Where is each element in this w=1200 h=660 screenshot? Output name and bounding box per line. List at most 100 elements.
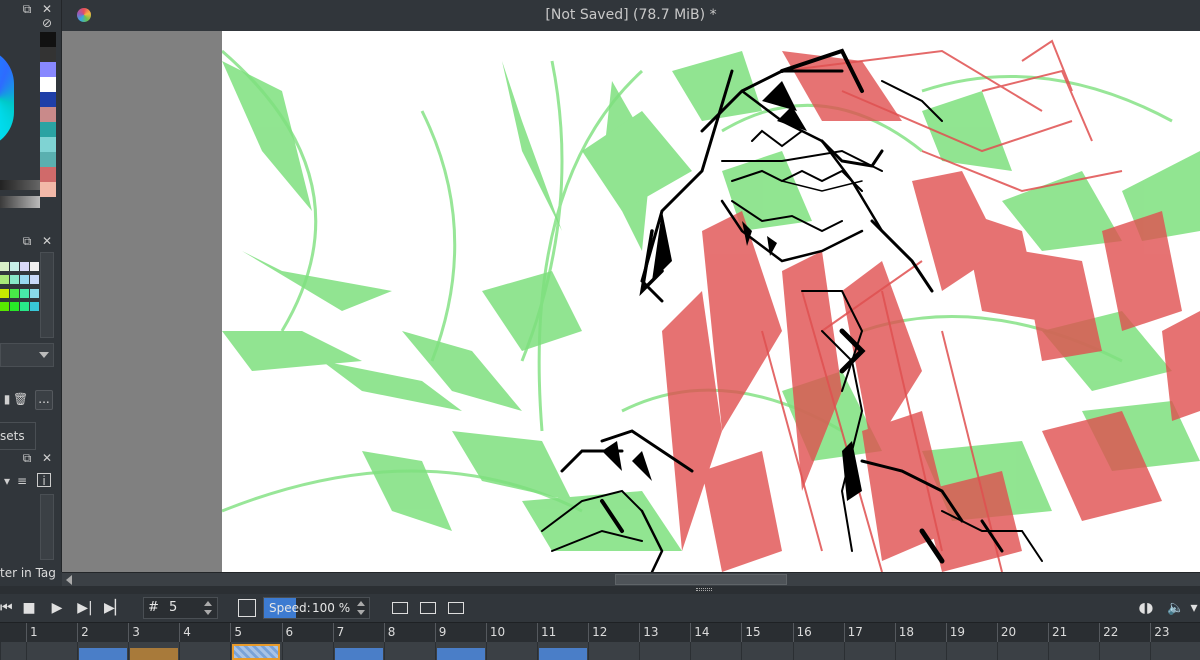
splitter-grip-icon[interactable]: [696, 588, 712, 591]
color-swatch[interactable]: [40, 62, 56, 77]
palette-cell[interactable]: [30, 262, 39, 271]
frame-number-label[interactable]: 19: [945, 623, 965, 643]
timeline-cell[interactable]: [281, 642, 333, 660]
color-swatch[interactable]: [40, 92, 56, 107]
palette-cell[interactable]: [0, 262, 9, 271]
onion-skin-icon[interactable]: ◖◗: [1135, 598, 1157, 618]
trash-icon[interactable]: 🗑: [13, 392, 28, 406]
keyframe-block[interactable]: [539, 648, 588, 660]
palette-cell[interactable]: [30, 288, 39, 298]
timeline-cell[interactable]: [0, 642, 26, 660]
drawing-canvas[interactable]: [222, 31, 1200, 572]
timeline-cell[interactable]: [1048, 642, 1099, 660]
duplicate-frame-icon[interactable]: [420, 602, 436, 614]
float-palette-icon[interactable]: ⧉: [20, 234, 34, 248]
float-docker-icon[interactable]: ⧉: [20, 2, 34, 16]
keyframe-block[interactable]: [436, 648, 485, 660]
color-wheel[interactable]: [0, 48, 14, 148]
timeline-cell[interactable]: [383, 642, 435, 660]
scrollbar-thumb[interactable]: [615, 574, 787, 585]
timeline-cell[interactable]: [332, 642, 384, 660]
info-icon[interactable]: i: [37, 473, 51, 488]
timeline-cell[interactable]: [1099, 642, 1150, 660]
keyframe-block[interactable]: [130, 648, 179, 660]
timeline-cell[interactable]: [690, 642, 741, 660]
close-docker-icon[interactable]: ✕: [40, 2, 54, 16]
close-palette-icon[interactable]: ✕: [40, 234, 54, 248]
keyframe-block[interactable]: [79, 648, 128, 660]
palette-cell[interactable]: [10, 275, 19, 285]
frame-number-label[interactable]: 12: [588, 623, 607, 643]
next-frame-button[interactable]: ▶|: [76, 598, 94, 618]
timeline-cell[interactable]: [77, 642, 128, 660]
frame-number-label[interactable]: 3: [128, 623, 140, 643]
add-blank-frame-icon[interactable]: [392, 602, 408, 614]
color-swatch[interactable]: [40, 167, 56, 182]
more-button[interactable]: ...: [35, 390, 53, 410]
speed-slider[interactable]: Speed: 100 %: [263, 597, 370, 619]
timeline-layer-track[interactable]: [0, 642, 1200, 660]
current-frame-input[interactable]: # 5: [143, 597, 218, 619]
palette-cell[interactable]: [30, 301, 39, 311]
palette-cell[interactable]: [20, 262, 29, 271]
timeline-cell[interactable]: [792, 642, 844, 660]
color-swatch[interactable]: [40, 107, 56, 122]
timeline-cell[interactable]: [894, 642, 946, 660]
play-button[interactable]: ▶: [48, 598, 66, 618]
panel-splitter[interactable]: [0, 586, 1200, 594]
list-icon[interactable]: ▮: [0, 392, 14, 406]
tag-dropdown-icon[interactable]: ▾: [0, 474, 14, 488]
color-swatch[interactable]: [40, 32, 56, 47]
scroll-left-icon[interactable]: [66, 575, 72, 585]
color-swatch[interactable]: [40, 152, 56, 167]
stop-button[interactable]: ■: [20, 598, 38, 618]
timeline-cell[interactable]: [179, 642, 230, 660]
speed-spinner-icon[interactable]: [355, 598, 367, 618]
no-color-icon[interactable]: ⊘: [40, 16, 54, 30]
canvas-viewport[interactable]: [62, 31, 1200, 572]
palette-cell[interactable]: [20, 301, 29, 311]
float-presets-icon[interactable]: ⧉: [20, 451, 34, 465]
saturation-slider[interactable]: [0, 196, 40, 208]
palette-cell[interactable]: [10, 262, 19, 271]
timeline-ruler[interactable]: 1 2 3 4 5 6 7 8 9 10 11 12 13 14 15 16 17 18 19 20 21 22 23: [0, 622, 1200, 643]
timeline-cell[interactable]: [485, 642, 537, 660]
canvas-horizontal-scrollbar[interactable]: [62, 572, 1200, 586]
frame-number-label[interactable]: 11: [537, 623, 556, 643]
frame-number-label[interactable]: 17: [843, 623, 863, 643]
palette-cell[interactable]: [0, 275, 9, 285]
menu-more-icon[interactable]: ▾: [1188, 598, 1200, 618]
frame-number-label[interactable]: 8: [383, 623, 395, 643]
color-swatch[interactable]: [40, 47, 56, 62]
color-swatch[interactable]: [40, 182, 56, 197]
frame-spinner-icon[interactable]: [202, 598, 214, 618]
frame-number-label[interactable]: 20: [996, 623, 1016, 643]
color-swatch[interactable]: [40, 122, 56, 137]
palette-cell[interactable]: [10, 301, 19, 311]
view-mode-icon[interactable]: ≡: [15, 474, 29, 488]
timeline-cell[interactable]: [996, 642, 1048, 660]
frame-number-label[interactable]: 14: [690, 623, 710, 643]
frame-number-label[interactable]: 18: [894, 623, 914, 643]
close-presets-icon[interactable]: ✕: [40, 451, 54, 465]
remove-frame-icon[interactable]: [448, 602, 464, 614]
frame-number-label[interactable]: 7: [332, 623, 344, 643]
timeline-cell[interactable]: [1150, 642, 1200, 660]
frame-number-label[interactable]: 15: [741, 623, 761, 643]
audio-volume-icon[interactable]: 🔈: [1165, 598, 1187, 618]
value-slider[interactable]: [0, 180, 40, 190]
tab-brush-presets[interactable]: sets: [0, 422, 36, 450]
last-frame-button[interactable]: ▶▏: [104, 598, 126, 618]
timeline-cell[interactable]: [128, 642, 179, 660]
frame-number-label[interactable]: 23: [1150, 623, 1169, 643]
frame-number-label[interactable]: 22: [1099, 623, 1118, 643]
palette-cell[interactable]: [20, 288, 29, 298]
frame-number-label[interactable]: 21: [1048, 623, 1067, 643]
palette-cell[interactable]: [0, 288, 9, 298]
timeline-cell[interactable]: [945, 642, 997, 660]
frame-number-label[interactable]: 13: [639, 623, 658, 643]
previous-frame-icon[interactable]: ⏮: [0, 598, 13, 618]
timeline-cell[interactable]: [741, 642, 792, 660]
timeline-cell[interactable]: [26, 642, 77, 660]
frame-number-label[interactable]: 16: [792, 623, 812, 643]
